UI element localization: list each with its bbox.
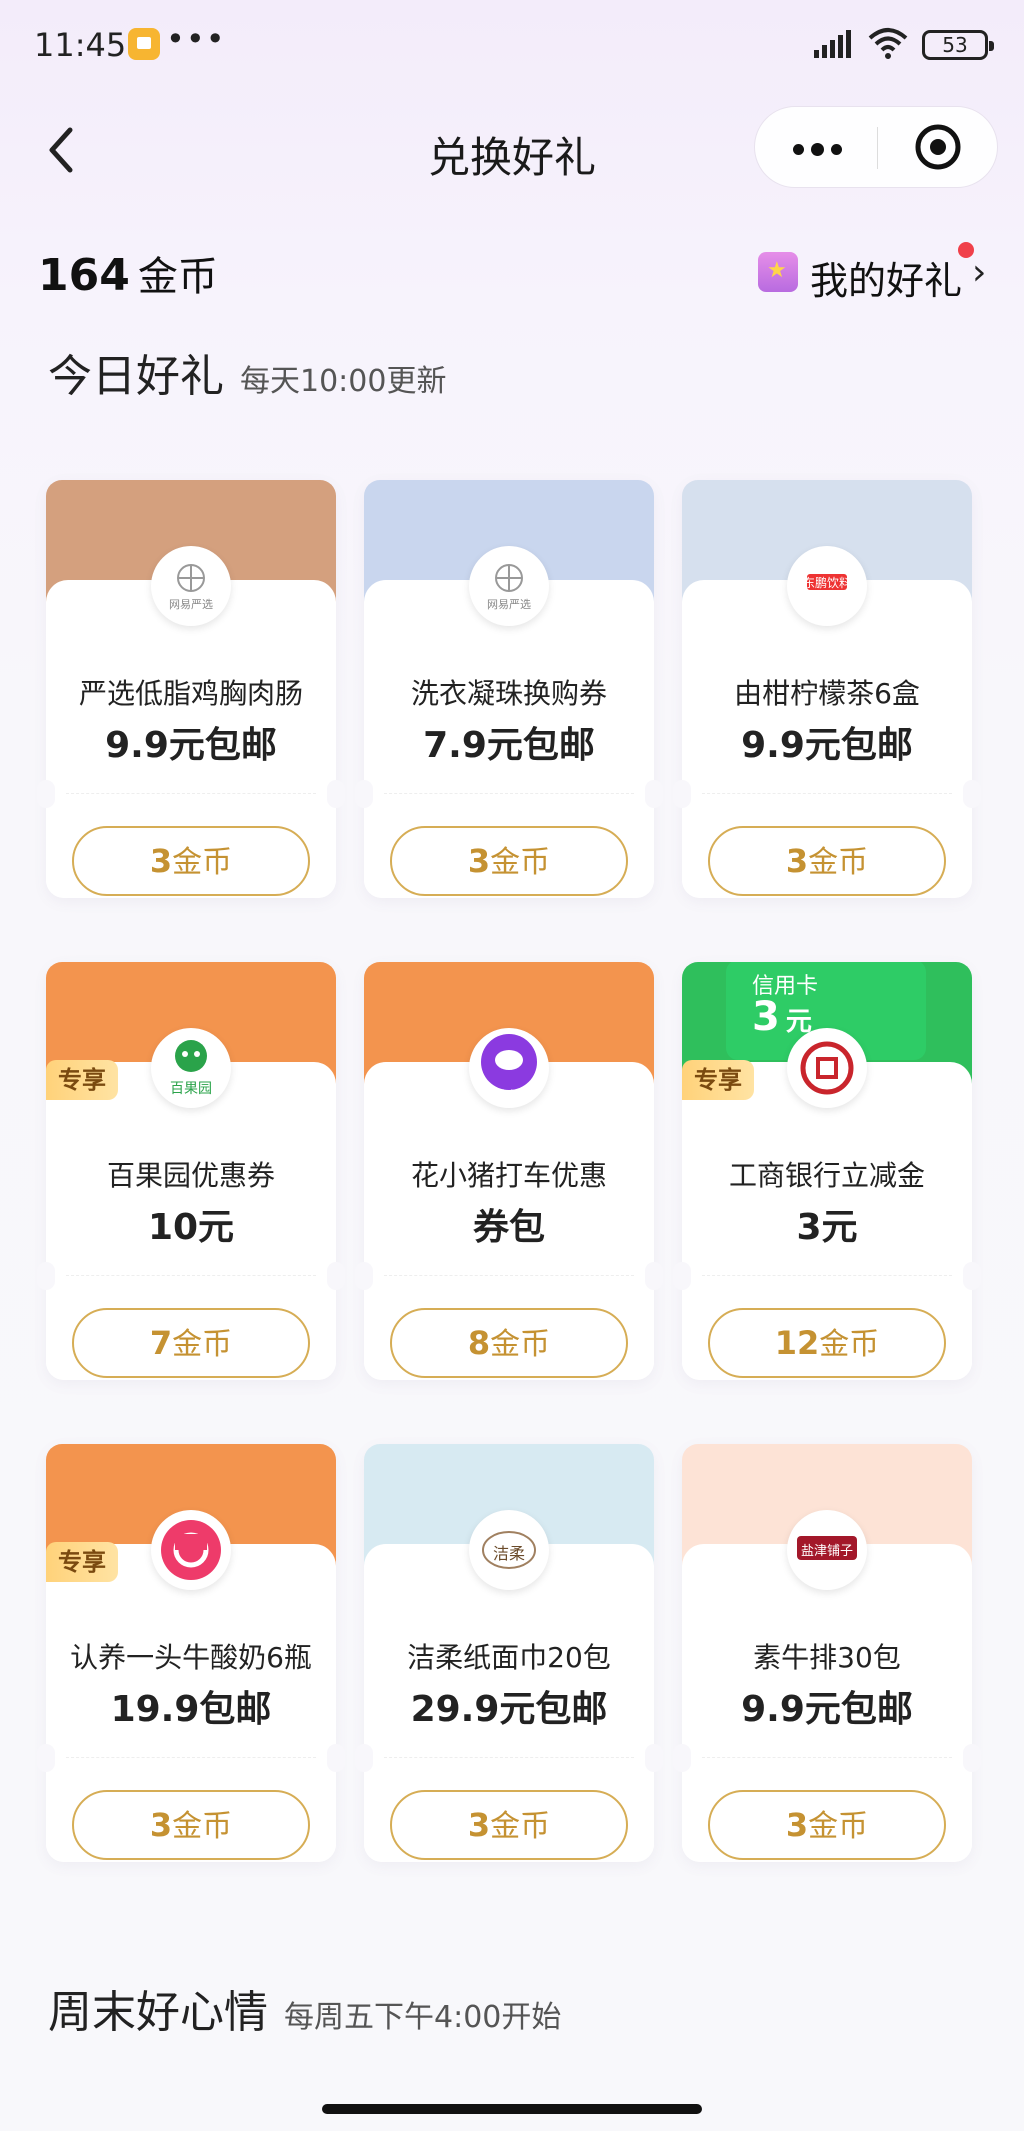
gift-name: 素牛排30包 <box>753 1641 901 1674</box>
brand-logo-text: 盐津铺子 <box>800 1544 853 1559</box>
redeem-button[interactable]: 8金币 <box>390 1308 628 1378</box>
cost-value: 3 <box>149 842 173 880</box>
cost-value: 3 <box>785 1806 809 1844</box>
exclusive-tag: 专享 <box>682 1060 754 1100</box>
icbc-logo <box>787 1028 867 1108</box>
cost-value: 3 <box>467 842 491 880</box>
gift-price: 9.9元包邮 <box>741 725 913 766</box>
nav-bar: 兑换好礼 <box>0 100 1024 200</box>
brand-logo-text: 网易严选 <box>169 598 213 611</box>
gift-icon <box>758 252 798 292</box>
gift-card[interactable]: 专享 百果园 百果园优惠券 10元 7金币 <box>37 962 345 1380</box>
brand-logo: 打车便宜 <box>469 1028 549 1108</box>
gift-price: 7.9元包邮 <box>423 725 595 766</box>
cost-value: 7 <box>149 1324 173 1362</box>
brand-logo-text: 百果园 <box>170 1081 212 1097</box>
cost-unit: 金币 <box>490 845 551 880</box>
status-time: 11:45 <box>34 26 127 64</box>
brand-logo: 网易严选 <box>151 546 231 626</box>
coupon-amount: 3 <box>752 994 780 1040</box>
brand-logo-text: 网易严选 <box>487 598 531 611</box>
section-subtitle: 每天10:00更新 <box>240 364 447 399</box>
gift-name: 洗衣凝珠换购券 <box>410 677 607 710</box>
redeem-button[interactable]: 3金币 <box>390 826 628 896</box>
gift-card[interactable]: 专享 认养一头牛酸奶6瓶 19.9包邮 3金币 <box>37 1444 345 1862</box>
coin-count: 164 <box>38 250 130 301</box>
cost-value: 3 <box>149 1806 173 1844</box>
exclusive-tag: 专享 <box>46 1060 118 1100</box>
gift-price: 9.9元包邮 <box>105 725 277 766</box>
brand-logo-text: 洁柔 <box>492 1544 525 1563</box>
gift-price: 10元 <box>147 1207 235 1248</box>
cost-unit: 金币 <box>172 1809 233 1844</box>
cost-unit: 金币 <box>808 1809 869 1844</box>
gift-name: 工商银行立减金 <box>728 1159 925 1192</box>
brand-logo-text: 东鹏饮料 <box>802 576 851 590</box>
brand-logo: 百果园 <box>151 1028 231 1108</box>
cost-unit: 金币 <box>172 1327 233 1362</box>
cost-value: 3 <box>467 1806 491 1844</box>
section-subtitle: 每周五下午4:00开始 <box>284 2000 562 2035</box>
brand-logo: 洁柔 <box>469 1510 549 1590</box>
gift-card[interactable]: 东鹏饮料 由柑柠檬茶6盒 9.9元包邮 3金币 <box>673 480 981 898</box>
gift-name: 由柑柠檬茶6盒 <box>734 677 920 710</box>
miniprogram-capsule <box>754 106 998 188</box>
signal-icon <box>814 30 851 58</box>
notification-app-icon <box>128 28 160 60</box>
gift-card[interactable]: 网易严选 洗衣凝珠换购券 7.9元包邮 3金币 <box>355 480 663 898</box>
redeem-button[interactable]: 3金币 <box>390 1790 628 1860</box>
cost-unit: 金币 <box>808 845 869 880</box>
redeem-button[interactable]: 3金币 <box>72 1790 310 1860</box>
cost-value: 12 <box>774 1324 820 1362</box>
brand-logo: 东鹏饮料 <box>787 546 867 626</box>
section-title: 周末好心情 <box>48 1987 268 2038</box>
coupon-value: 3元 <box>752 994 812 1040</box>
redeem-button[interactable]: 7金币 <box>72 1308 310 1378</box>
cost-unit: 金币 <box>490 1809 551 1844</box>
cost-unit: 金币 <box>172 845 233 880</box>
redeem-button[interactable]: 3金币 <box>72 826 310 896</box>
gift-card[interactable]: 洁柔 洁柔纸面巾20包 29.9元包邮 3金币 <box>355 1444 663 1862</box>
redeem-button[interactable]: 12金币 <box>708 1308 946 1378</box>
coin-unit: 金币 <box>137 254 218 300</box>
brand-logo <box>151 1510 231 1590</box>
wifi-icon <box>868 28 908 59</box>
gift-name: 花小猪打车优惠 <box>410 1159 607 1192</box>
coin-balance: 164 金币 <box>38 244 218 302</box>
cost-unit: 金币 <box>490 1327 551 1362</box>
gift-price: 19.9包邮 <box>110 1689 272 1730</box>
weekend-section-header: 周末好心情 每周五下午4:00开始 <box>48 1976 561 2040</box>
gift-name: 百果园优惠券 <box>106 1159 275 1192</box>
cost-value: 8 <box>467 1324 491 1362</box>
gift-price: 3元 <box>796 1207 858 1248</box>
my-gifts-label: 我的好礼 <box>810 259 963 303</box>
battery-indicator: 53 <box>922 30 994 60</box>
gift-name: 认养一头牛酸奶6瓶 <box>70 1641 312 1674</box>
chevron-right-icon: › <box>972 252 987 293</box>
section-title: 今日好礼 <box>48 351 224 402</box>
gift-price: 券包 <box>472 1207 545 1248</box>
gift-card[interactable]: 信用卡 3元 专享 工商银行立减金 3元 12金币 <box>673 962 981 1380</box>
today-section-header: 今日好礼 每天10:00更新 <box>48 340 446 404</box>
cost-unit: 金币 <box>819 1327 880 1362</box>
status-bar: 11:45 ••• 53 <box>0 0 1024 90</box>
home-indicator[interactable] <box>322 2104 702 2114</box>
cost-value: 3 <box>785 842 809 880</box>
exclusive-tag: 专享 <box>46 1542 118 1582</box>
gift-name: 严选低脂鸡胸肉肠 <box>78 677 303 710</box>
redeem-button[interactable]: 3金币 <box>708 826 946 896</box>
brand-logo: 盐津铺子 <box>787 1510 867 1590</box>
brand-logo: 网易严选 <box>469 546 549 626</box>
gift-name: 洁柔纸面巾20包 <box>407 1641 611 1674</box>
gift-price: 9.9元包邮 <box>741 1689 913 1730</box>
gift-card[interactable]: 盐津铺子 素牛排30包 9.9元包邮 3金币 <box>673 1444 981 1862</box>
gift-price: 29.9元包邮 <box>410 1689 608 1730</box>
gift-card[interactable]: 打车便宜 花小猪打车优惠 券包 8金币 <box>355 962 663 1380</box>
target-close-icon[interactable] <box>877 107 999 187</box>
brand-logo-text: 打车便宜 <box>489 1090 529 1101</box>
status-more-dots: ••• <box>166 20 226 58</box>
gift-card[interactable]: 28 网易严选 严选低脂鸡胸肉肠 9.9元包邮 3金币 <box>37 480 345 898</box>
more-dots-icon[interactable] <box>755 107 877 187</box>
redeem-button[interactable]: 3金币 <box>708 1790 946 1860</box>
